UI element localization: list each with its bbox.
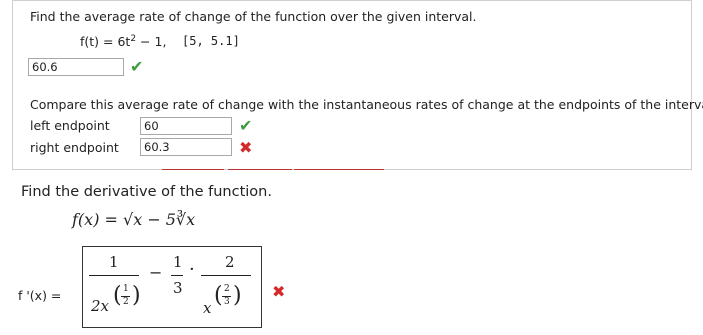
term1-numerator: 1 [109,253,119,271]
term2-numerator: 2 [225,253,235,271]
cross-icon: ✖ [239,138,253,157]
blank-divider [162,169,224,170]
derivative-answer-field[interactable]: 1 2x ( 1 2 ) − 1 3 · 2 x ( 2 3 ) [82,246,262,328]
question-panel-instantaneous [12,82,692,170]
multiply-dot: · [189,259,195,280]
check-icon: ✔ [130,57,144,76]
term2-denominator-base: x [203,299,212,317]
blank-divider [294,169,384,170]
minus-sign: − [149,263,163,282]
term2-exp-denominator: 3 [224,297,230,307]
q3-prompt: Find the derivative of the function. [21,184,272,200]
q1-function: f(t) = 6t2 − 1, [80,34,166,49]
paren-close: ) [233,283,242,308]
q1-function-lhs: f(t) = 6t [80,34,131,50]
fraction-bar [171,275,183,276]
q1-answer-input[interactable] [28,58,124,76]
paren-close: ) [132,283,141,308]
blank-divider [228,169,292,170]
left-endpoint-input[interactable] [140,117,232,135]
term2-exp-numerator: 2 [224,284,230,294]
q1-interval: [5, 5.1] [182,34,240,48]
cross-icon: ✖ [272,282,286,301]
right-endpoint-input[interactable] [140,138,232,156]
fraction-bar [201,275,251,276]
coef-numerator: 1 [173,253,183,271]
derivative-label: f '(x) = [18,288,62,303]
term1-exp-denominator: 2 [123,297,129,307]
term1-denominator-base: 2x [91,297,110,315]
q3-function: f(x) = √x − 5∛x [72,210,196,229]
q2-prompt: Compare this average rate of change with… [30,97,703,112]
term1-exp-numerator: 1 [123,284,129,294]
q1-prompt: Find the average rate of change of the f… [30,9,477,24]
fraction-bar [89,275,139,276]
coef-denominator: 3 [173,279,183,297]
right-endpoint-label: right endpoint [30,140,119,155]
check-icon: ✔ [239,116,253,135]
q1-function-rest: − 1, [136,34,167,50]
left-endpoint-label: left endpoint [30,118,110,133]
